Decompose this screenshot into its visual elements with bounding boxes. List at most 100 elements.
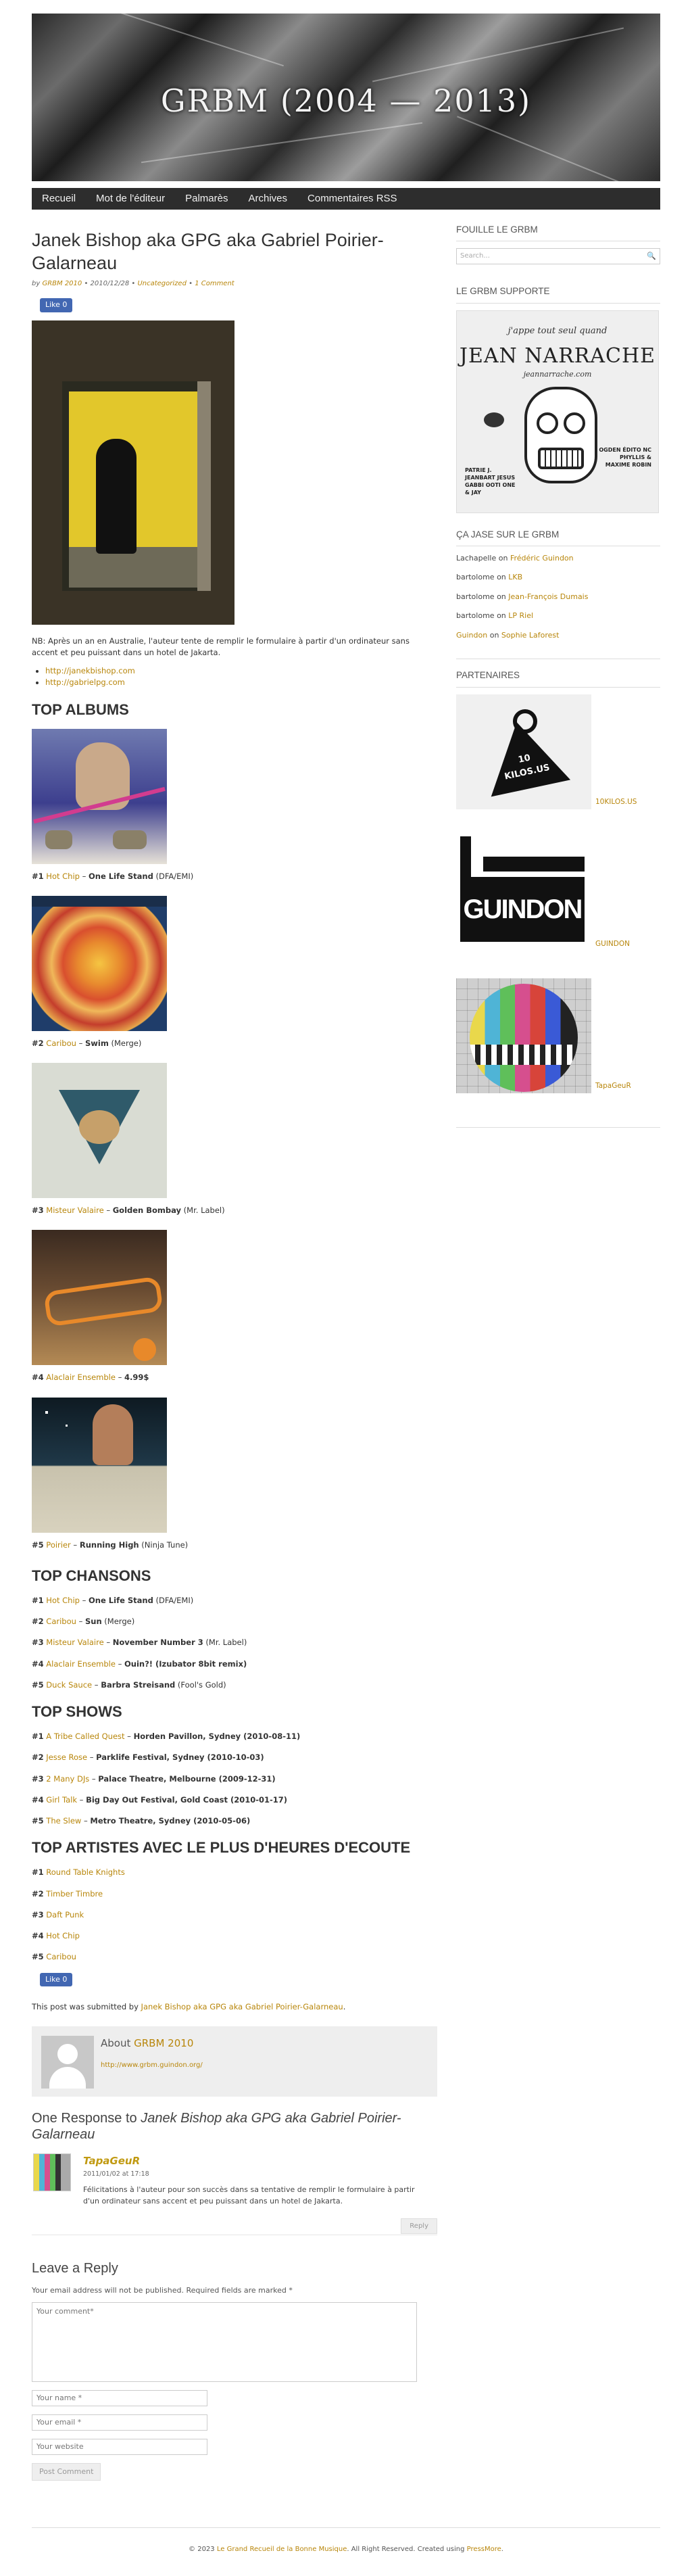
- artist-rank-2: #2 Timber Timbre: [32, 1888, 437, 1900]
- rank-sep: –: [77, 1794, 86, 1805]
- header-banner[interactable]: GRBM (2004 — 2013): [32, 14, 660, 181]
- cover-lettering: [43, 1276, 164, 1327]
- submitted-author-link[interactable]: Janek Bishop aka GPG aka Gabriel Poirier…: [141, 2002, 343, 2011]
- rank-number: #1: [32, 871, 44, 881]
- search-input[interactable]: Search... 🔍: [456, 248, 660, 265]
- show-artist-link[interactable]: Jesse Rose: [46, 1752, 87, 1762]
- rank-number: #4: [32, 1794, 44, 1805]
- artist-rank-1: #1 Round Table Knights: [32, 1867, 437, 1878]
- album-rank-4: #4 Alaclair Ensemble – 4.99$: [32, 1372, 437, 1383]
- album-artist-link[interactable]: Caribou: [46, 1039, 76, 1048]
- search-icon[interactable]: 🔍: [647, 249, 656, 264]
- album-artist-link[interactable]: Alaclair Ensemble: [46, 1373, 116, 1382]
- show-artist-link[interactable]: 2 Many DJs: [46, 1774, 89, 1784]
- post-title: Janek Bishop aka GPG aka Gabriel Poirier…: [32, 230, 384, 273]
- author-name-link[interactable]: GRBM 2010: [134, 2037, 193, 2049]
- email-field[interactable]: [32, 2414, 207, 2431]
- recent-comment-link[interactable]: Jean-François Dumais: [508, 592, 588, 601]
- artist-link[interactable]: Round Table Knights: [46, 1867, 125, 1877]
- submitted-by: This post was submitted by Janek Bishop …: [32, 2001, 437, 2013]
- footer-theme-link[interactable]: PressMore: [467, 2546, 501, 2553]
- rank-number: #3: [32, 1909, 44, 1919]
- show-artist-link[interactable]: A Tribe Called Quest: [46, 1732, 124, 1741]
- name-field[interactable]: [32, 2389, 207, 2406]
- song-artist-link[interactable]: Alaclair Ensemble: [46, 1659, 116, 1669]
- link-janekbishop[interactable]: http://janekbishop.com: [45, 666, 135, 675]
- post-comment-button[interactable]: Post Comment: [32, 2462, 101, 2481]
- comment-on: on: [498, 553, 508, 563]
- photo-elevator-door: [197, 381, 211, 591]
- jean-narrache-banner[interactable]: j'appe tout seul quand JEAN NARRACHE jea…: [456, 310, 659, 513]
- rank-number: #2: [32, 1617, 44, 1626]
- nav-item-recueil[interactable]: Recueil: [32, 188, 86, 210]
- footer-suffix: .: [501, 2546, 503, 2553]
- song-label: (Mr. Label): [203, 1638, 247, 1648]
- show-artist-link[interactable]: The Slew: [46, 1816, 81, 1826]
- reply-button[interactable]: Reply: [401, 2218, 437, 2235]
- recent-comment-link[interactable]: LKB: [508, 573, 522, 581]
- facebook-like-button-bottom[interactable]: Like 0: [40, 1972, 73, 1986]
- show-artist-link[interactable]: Girl Talk: [46, 1795, 77, 1805]
- artist-rank-3: #3 Daft Punk: [32, 1909, 437, 1921]
- comment-avatar: [33, 2153, 71, 2192]
- album-artist-link[interactable]: Poirier: [46, 1540, 70, 1550]
- recent-comment-link[interactable]: LP Riel: [508, 611, 533, 620]
- artist-link[interactable]: Timber Timbre: [46, 1889, 103, 1899]
- song-artist-link[interactable]: Duck Sauce: [46, 1680, 92, 1690]
- post-links: http://janekbishop.com http://gabrielpg.…: [32, 665, 437, 689]
- album-label: (Ninja Tune): [139, 1540, 189, 1550]
- footer-site-link[interactable]: Le Grand Recueil de la Bonne Musique: [217, 2546, 347, 2553]
- guindon-factory-logo-icon[interactable]: GUINDON: [456, 836, 591, 951]
- rank-sep: –: [76, 1038, 85, 1048]
- song-title: Sun: [84, 1617, 102, 1626]
- album-artist-link[interactable]: Hot Chip: [46, 872, 80, 881]
- comment-author-link[interactable]: TapaGeuR: [83, 2153, 140, 2169]
- link-gabrielpg[interactable]: http://gabrielpg.com: [45, 677, 125, 687]
- site-title[interactable]: GRBM (2004 — 2013): [32, 78, 660, 124]
- comment-textarea[interactable]: [32, 2301, 417, 2382]
- rank-sep: –: [70, 1540, 80, 1550]
- banner-texture: [91, 14, 284, 67]
- song-artist-link[interactable]: Caribou: [46, 1617, 76, 1626]
- tv-test-pattern-icon[interactable]: [456, 978, 591, 1093]
- partner-link-guindon[interactable]: GUINDON: [595, 939, 630, 950]
- rank-number: #2: [32, 1038, 44, 1048]
- meta-category-link[interactable]: Uncategorized: [137, 280, 186, 287]
- song-label: (Merge): [101, 1617, 135, 1626]
- partner-link-10kilos[interactable]: 10KILOS.US: [595, 797, 637, 808]
- recent-comment-link[interactable]: Sophie Laforest: [501, 631, 560, 640]
- support-heading: LE GRBM SUPPORTE: [456, 285, 660, 304]
- artist-link[interactable]: Hot Chip: [46, 1931, 80, 1940]
- tv-test-pattern-icon: [34, 2154, 70, 2191]
- song-title: One Life Stand: [89, 1595, 153, 1605]
- author-url-link[interactable]: http://www.grbm.guindon.org/: [101, 2060, 203, 2070]
- comment-on: on: [489, 630, 499, 640]
- nav-item-mot-editeur[interactable]: Mot de l'éditeur: [86, 188, 175, 210]
- facebook-like-button[interactable]: Like 0: [40, 298, 73, 312]
- meta-comments-link[interactable]: 1 Comment: [195, 280, 234, 287]
- partner-10kilos: 10 KILOS.US 10KILOS.US: [456, 694, 660, 836]
- recent-comment-who-link[interactable]: Guindon: [456, 631, 487, 640]
- song-artist-link[interactable]: Hot Chip: [46, 1596, 80, 1605]
- show-rank-4: #4 Girl Talk – Big Day Out Festival, Gol…: [32, 1794, 437, 1806]
- song-artist-link[interactable]: Misteur Valaire: [46, 1638, 103, 1647]
- artist-link[interactable]: Daft Punk: [46, 1910, 84, 1919]
- weight-logo-icon[interactable]: 10 KILOS.US: [456, 694, 591, 809]
- nav-item-palmares[interactable]: Palmarès: [175, 188, 238, 210]
- top-chansons-heading: TOP CHANSONS: [32, 1567, 151, 1584]
- show-venue: Palace Theatre, Melbourne (2009-12-31): [98, 1773, 276, 1784]
- nav-item-archives[interactable]: Archives: [238, 188, 297, 210]
- responses-heading: One Response to Janek Bishop aka GPG aka…: [32, 2110, 437, 2143]
- nav-item-rss[interactable]: Commentaires RSS: [297, 188, 407, 210]
- top-albums-heading: TOP ALBUMS: [32, 700, 129, 718]
- recent-comment-link[interactable]: Frédéric Guindon: [510, 554, 574, 563]
- rank-sep: –: [81, 1816, 91, 1826]
- album-artist-link[interactable]: Misteur Valaire: [46, 1206, 103, 1215]
- partner-link-tapageur[interactable]: TapaGeuR: [595, 1081, 631, 1092]
- website-field[interactable]: [32, 2438, 207, 2455]
- album-cover-1: [32, 728, 167, 864]
- song-rank-1: #1 Hot Chip – One Life Stand (DFA/EMI): [32, 1595, 437, 1606]
- meta-author-link[interactable]: GRBM 2010: [42, 280, 82, 287]
- recent-comment: Guindon on Sophie Laforest: [456, 630, 660, 642]
- artist-link[interactable]: Caribou: [46, 1952, 76, 1961]
